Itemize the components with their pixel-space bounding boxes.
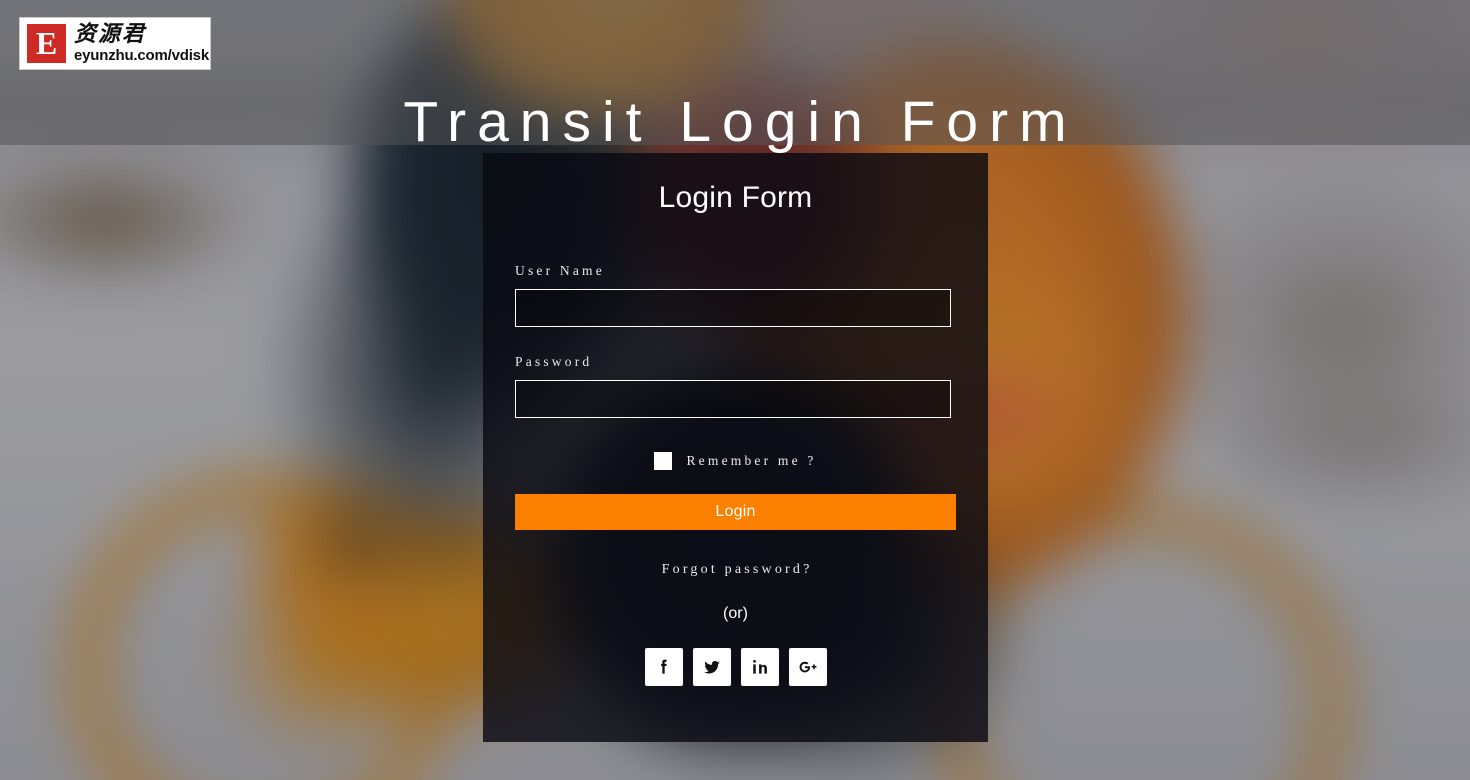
twitter-icon: [702, 657, 722, 677]
google-plus-login-button[interactable]: [788, 648, 827, 686]
remember-me-checkbox[interactable]: [654, 452, 673, 470]
username-field-group: User Name: [483, 263, 988, 327]
watermark-chinese-text: 资源君: [74, 22, 147, 47]
page-title: Transit Login Form: [403, 90, 1078, 155]
twitter-login-button[interactable]: [692, 648, 731, 686]
username-input[interactable]: [515, 289, 951, 327]
watermark-text-column: 资源君 eyunzhu.com/vdisk: [74, 22, 209, 65]
password-label: Password: [515, 354, 593, 369]
google-plus-icon: [797, 656, 819, 678]
password-input[interactable]: [515, 380, 951, 418]
watermark-logo-letter: E: [27, 24, 66, 63]
login-card: Login Form User Name Password Remember m…: [483, 153, 988, 742]
login-page: Transit Login Form Login Form User Name …: [0, 0, 1470, 780]
forgot-password-link[interactable]: Forgot password?: [483, 561, 988, 579]
linkedin-login-button[interactable]: [740, 648, 779, 686]
username-label: User Name: [515, 263, 605, 278]
password-field-group: Password: [483, 354, 988, 418]
remember-me-row: Remember me ?: [483, 451, 988, 471]
linkedin-icon: [750, 657, 770, 677]
social-login-row: [483, 648, 988, 686]
watermark-badge: E 资源君 eyunzhu.com/vdisk: [19, 17, 211, 70]
remember-me-label: Remember me ?: [686, 453, 817, 468]
or-separator-label: (or): [723, 605, 748, 622]
facebook-icon: [654, 657, 674, 677]
login-form-heading: Login Form: [658, 181, 813, 214]
facebook-login-button[interactable]: [644, 648, 683, 686]
login-button[interactable]: Login: [515, 494, 956, 530]
watermark-url-text: eyunzhu.com/vdisk: [74, 47, 209, 64]
